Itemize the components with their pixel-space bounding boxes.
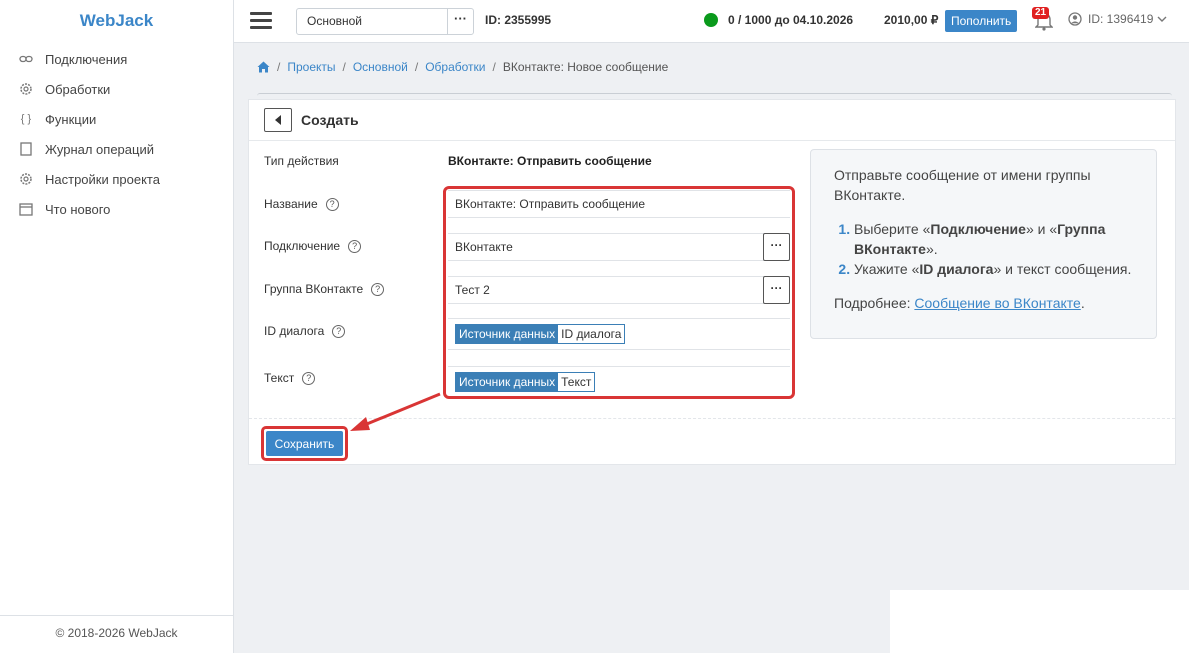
- calendar-icon: [19, 202, 33, 216]
- braces-icon: { }: [20, 113, 32, 125]
- help-icon[interactable]: ?: [332, 324, 346, 338]
- breadcrumb-separator: /: [414, 60, 419, 74]
- annotation-arrow-icon: [350, 392, 441, 431]
- action-type-value: ВКонтакте: Отправить сообщение: [448, 154, 652, 168]
- dialog-id-label: ID диалога ?: [264, 324, 346, 338]
- project-id: ID: 2355995: [485, 13, 552, 27]
- card-header: Создать: [249, 100, 1175, 141]
- sidebar-item-project-settings[interactable]: Настройки проекта: [0, 164, 233, 194]
- group-label: Группа ВКонтакте ?: [264, 282, 385, 296]
- account-balance: 2010,00 ₽: [884, 13, 939, 27]
- breadcrumb-separator: /: [342, 60, 346, 74]
- settings-icon: [19, 172, 33, 186]
- breadcrumb-current: ВКонтакте: Новое сообщение: [502, 60, 669, 74]
- action-type-label: Тип действия: [264, 154, 339, 168]
- breadcrumb: / Проекты / Основной / Обработки / ВКонт…: [257, 60, 668, 74]
- breadcrumb-processing[interactable]: Обработки: [425, 60, 485, 74]
- name-label: Название ?: [264, 197, 339, 211]
- docs-link[interactable]: Сообщение во ВКонтакте: [914, 295, 1080, 311]
- text-label: Текст ?: [264, 371, 316, 385]
- caret-left-icon: [275, 115, 281, 125]
- help-icon[interactable]: ?: [348, 239, 362, 253]
- sidebar-item-functions[interactable]: { } Функции: [0, 104, 233, 134]
- help-icon[interactable]: ?: [371, 282, 385, 296]
- save-highlight: Сохранить: [261, 426, 348, 461]
- sidebar-item-label: Функции: [45, 111, 97, 127]
- status-indicator-icon: [704, 13, 718, 27]
- user-menu[interactable]: ID: 1396419: [1068, 12, 1167, 26]
- topup-button[interactable]: Пополнить: [945, 10, 1018, 32]
- info-step: Укажите «ID диалога» и текст сообщения.: [854, 259, 1133, 279]
- info-intro: Отправьте сообщение от имени группы ВКон…: [834, 167, 1091, 203]
- sidebar-nav: Подключения Обработки { } Функции Журнал…: [0, 44, 233, 224]
- user-icon: [1068, 12, 1082, 26]
- sidebar: WebJack Подключения Обработки { } Функци…: [0, 0, 234, 653]
- link-icon: [19, 52, 33, 66]
- info-panel: Отправьте сообщение от имени группы ВКон…: [810, 149, 1157, 339]
- breadcrumb-projects[interactable]: Проекты: [287, 60, 335, 74]
- journal-icon: [19, 142, 33, 156]
- breadcrumb-separator: /: [492, 60, 496, 74]
- sidebar-item-connections[interactable]: Подключения: [0, 44, 233, 74]
- help-icon[interactable]: ?: [302, 371, 316, 385]
- info-step: Выберите «Подключение» и «Группа ВКонтак…: [854, 219, 1133, 259]
- sidebar-item-whats-new[interactable]: Что нового: [0, 194, 233, 224]
- breadcrumb-project[interactable]: Основной: [353, 60, 408, 74]
- info-more: Подробнее: Сообщение во ВКонтакте.: [834, 295, 1085, 311]
- sidebar-item-processing[interactable]: Обработки: [0, 74, 233, 104]
- user-id: ID: 1396419: [1088, 12, 1154, 26]
- blank-overlay: [890, 590, 1189, 653]
- info-steps: Выберите «Подключение» и «Группа ВКонтак…: [834, 219, 1133, 279]
- sidebar-item-label: Журнал операций: [45, 141, 154, 157]
- card-title: Создать: [301, 112, 359, 128]
- notification-count-badge: 21: [1032, 7, 1050, 19]
- sidebar-item-label: Подключения: [45, 51, 128, 67]
- gear-icon: [19, 82, 33, 96]
- project-more-button[interactable]: ···: [447, 9, 473, 34]
- menu-toggle-icon[interactable]: [250, 12, 272, 30]
- top-header: Основной ··· ID: 2355995 0 / 1000 до 04.…: [234, 0, 1189, 43]
- fields-highlight: [443, 186, 795, 399]
- sidebar-item-label: Обработки: [45, 81, 111, 97]
- breadcrumb-separator: /: [277, 60, 281, 74]
- sidebar-item-journal[interactable]: Журнал операций: [0, 134, 233, 164]
- project-select[interactable]: Основной ···: [296, 8, 474, 35]
- notifications-button[interactable]: 21: [1032, 7, 1054, 31]
- sidebar-item-label: Настройки проекта: [45, 171, 160, 187]
- copyright: © 2018-2026 WebJack: [0, 615, 233, 653]
- back-button[interactable]: [264, 108, 292, 132]
- sidebar-item-label: Что нового: [45, 201, 111, 217]
- card-edge: [257, 93, 1172, 96]
- save-button[interactable]: Сохранить: [266, 431, 343, 456]
- chevron-down-icon: [1157, 16, 1167, 22]
- logo[interactable]: WebJack: [0, 0, 233, 42]
- home-icon[interactable]: [257, 61, 270, 73]
- connection-label: Подключение ?: [264, 239, 362, 253]
- help-icon[interactable]: ?: [325, 197, 339, 211]
- usage-quota: 0 / 1000 до 04.10.2026: [728, 13, 854, 27]
- project-select-value: Основной: [307, 14, 363, 28]
